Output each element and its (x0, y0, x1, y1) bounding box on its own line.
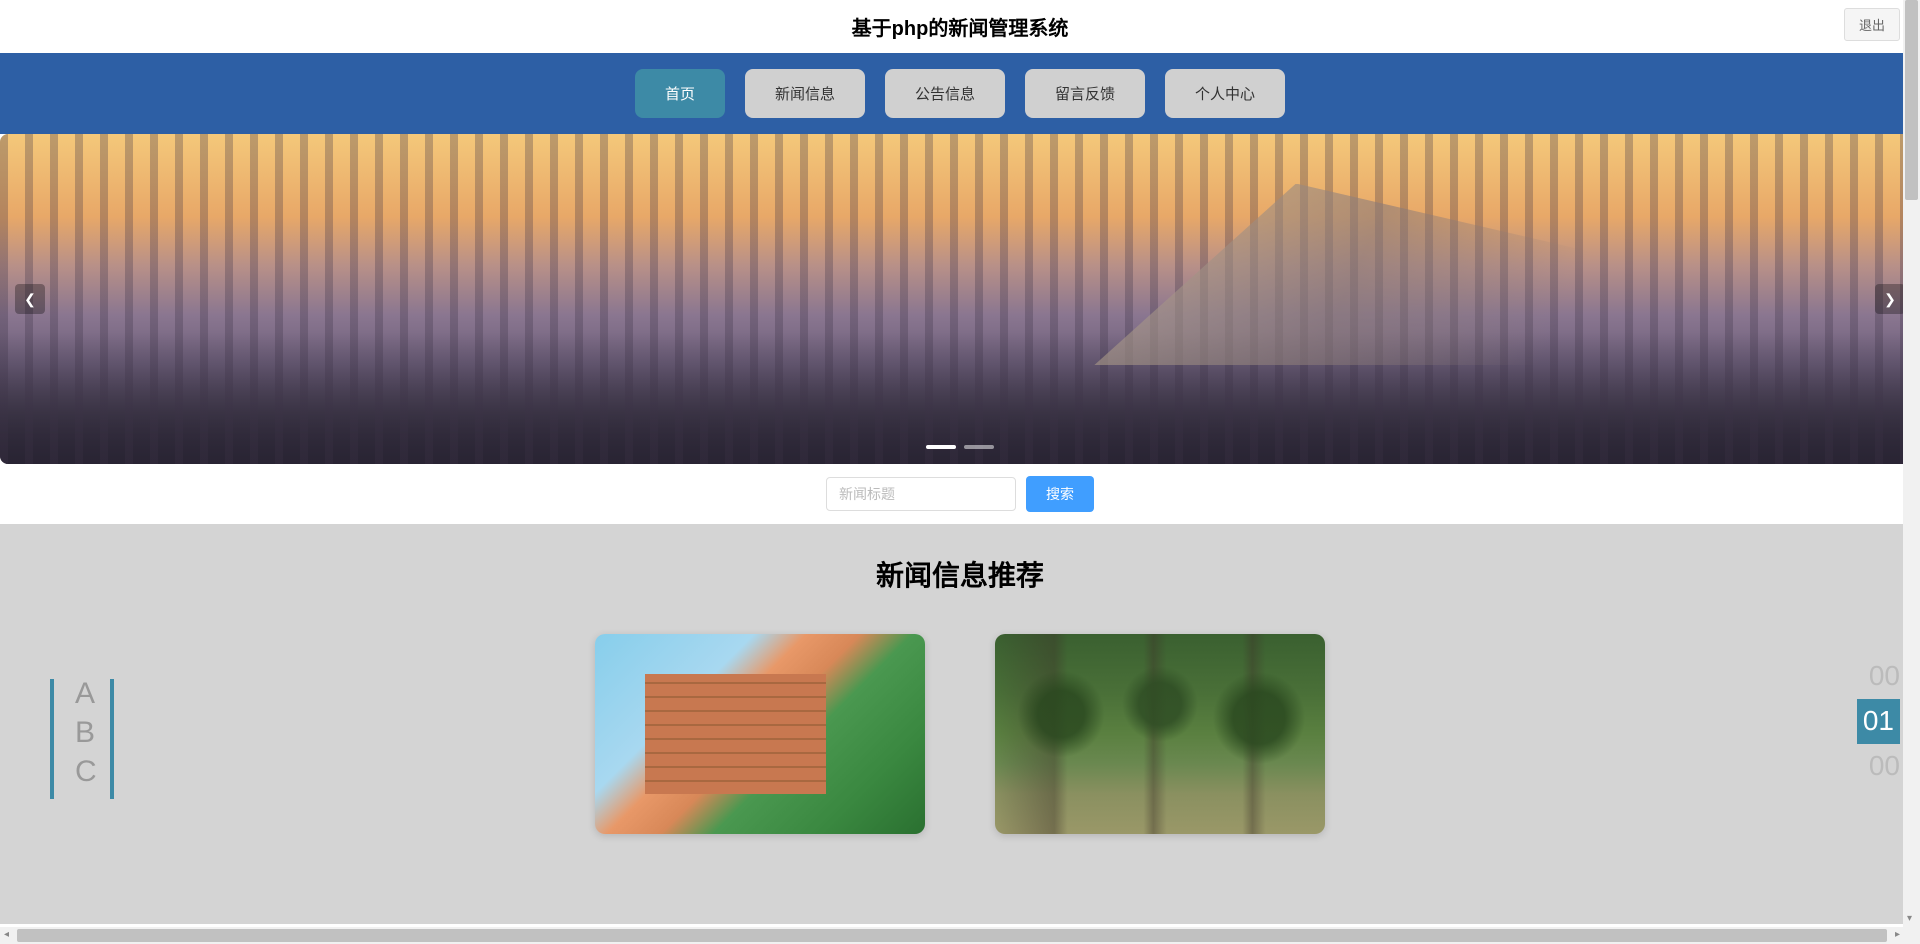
section-title: 新闻信息推荐 (0, 554, 1920, 594)
page-title: 基于php的新闻管理系统 (20, 12, 1900, 41)
nav-home[interactable]: 首页 (635, 69, 725, 118)
hero-carousel: ❮ ❯ (0, 134, 1920, 464)
decoration-letter: A (75, 674, 97, 713)
page-indicator[interactable]: 00 (1857, 654, 1900, 699)
scrollbar-thumb[interactable] (1905, 0, 1918, 200)
carousel-indicators (926, 445, 994, 449)
carousel-slide (0, 134, 1920, 464)
decoration-letter: C (75, 752, 97, 791)
scrollbar-thumb[interactable] (17, 929, 1887, 942)
nav-profile[interactable]: 个人中心 (1165, 69, 1285, 118)
nav-news[interactable]: 新闻信息 (745, 69, 865, 118)
chevron-left-icon: ❮ (24, 291, 36, 308)
search-input[interactable] (826, 477, 1016, 511)
carousel-next-button[interactable]: ❯ (1875, 284, 1905, 314)
logout-button[interactable]: 退出 (1844, 8, 1900, 41)
page-indicator[interactable]: 00 (1857, 744, 1900, 789)
carousel-prev-button[interactable]: ❮ (15, 284, 45, 314)
horizontal-scrollbar[interactable] (0, 927, 1920, 944)
recommend-section: 新闻信息推荐 A B C 00 01 00 (0, 524, 1920, 924)
nav-feedback[interactable]: 留言反馈 (1025, 69, 1145, 118)
news-card-list (0, 634, 1920, 834)
news-card-image (995, 634, 1325, 834)
carousel-dot[interactable] (964, 445, 994, 449)
side-letter-decoration: A B C (50, 674, 97, 791)
decoration-letter: B (75, 713, 97, 752)
side-pagination: 00 01 00 (1857, 654, 1900, 788)
chevron-right-icon: ❯ (1884, 291, 1896, 308)
carousel-dot[interactable] (926, 445, 956, 449)
main-nav: 首页 新闻信息 公告信息 留言反馈 个人中心 (0, 53, 1920, 134)
decoration-line (50, 679, 54, 799)
decoration-line (110, 679, 114, 799)
news-card[interactable] (995, 634, 1325, 834)
news-card[interactable] (595, 634, 925, 834)
news-card-image (595, 634, 925, 834)
vertical-scrollbar[interactable] (1903, 0, 1920, 944)
page-indicator-active[interactable]: 01 (1857, 699, 1900, 744)
search-bar: 搜索 (0, 464, 1920, 524)
nav-announcement[interactable]: 公告信息 (885, 69, 1005, 118)
search-button[interactable]: 搜索 (1026, 476, 1094, 512)
